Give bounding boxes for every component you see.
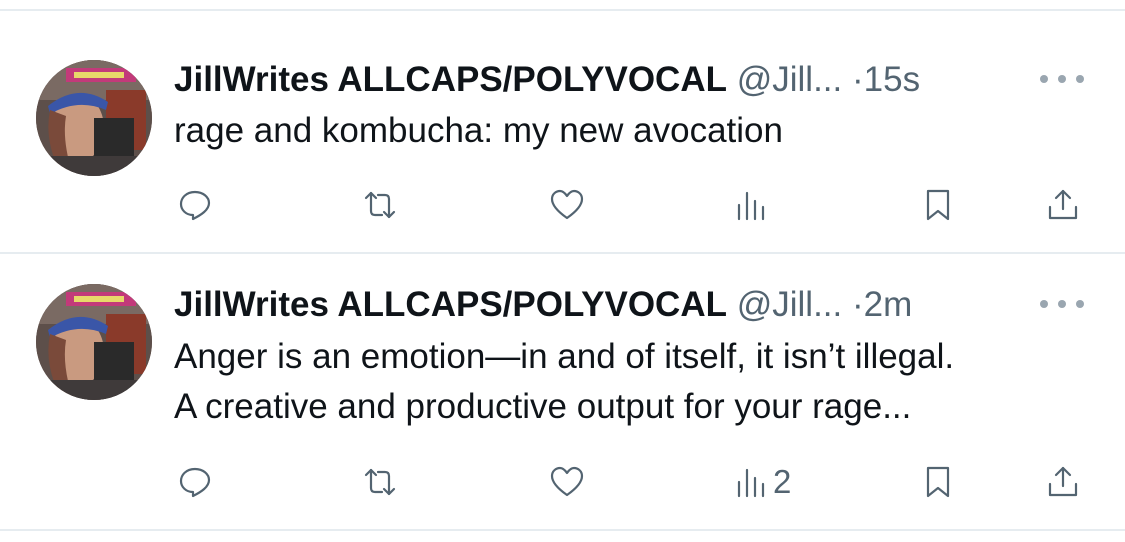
more-options-icon[interactable] [1040, 294, 1084, 314]
tweet-text-line: A creative and productive output for you… [174, 387, 912, 426]
display-name[interactable]: JillWrites ALLCAPS/POLYVOCAL [174, 60, 727, 99]
share-button[interactable] [1045, 457, 1081, 507]
tweet-text: rage and kombucha: my new avocation [174, 106, 1094, 156]
reply-icon [179, 467, 211, 498]
user-handle[interactable]: @Jill... [737, 285, 843, 324]
tweet-text-line: rage and kombucha: my new avocation [174, 111, 783, 150]
tweet-text: Anger is an emotion—in and of itself, it… [174, 332, 1094, 432]
bottom-divider [0, 529, 1125, 531]
avatar[interactable] [36, 60, 152, 176]
retweet-button[interactable] [362, 180, 398, 230]
tweet[interactable]: JillWrites ALLCAPS/POLYVOCAL @Jill... ·1… [0, 0, 1125, 252]
heart-icon [550, 189, 584, 220]
separator-dot: · [851, 285, 864, 324]
reply-button[interactable] [177, 180, 213, 230]
tweet-actions [0, 180, 1125, 230]
bookmark-icon [926, 189, 950, 221]
tweet-header: JillWrites ALLCAPS/POLYVOCAL @Jill... ·2… [174, 285, 912, 325]
bookmark-button[interactable] [920, 457, 956, 507]
avatar[interactable] [36, 284, 152, 400]
timestamp[interactable]: 15s [864, 60, 920, 99]
share-icon [1048, 189, 1078, 220]
separator-dot: · [851, 60, 864, 99]
like-button[interactable] [549, 180, 585, 230]
tweet-actions: 2 [0, 457, 1125, 507]
tweet-text-line: Anger is an emotion—in and of itself, it… [174, 337, 955, 376]
reply-button[interactable] [177, 457, 213, 507]
views-button[interactable] [733, 180, 773, 230]
views-button[interactable]: 2 [733, 457, 791, 507]
tweet-header: JillWrites ALLCAPS/POLYVOCAL @Jill... ·1… [174, 60, 920, 100]
bookmark-button[interactable] [920, 180, 956, 230]
user-handle[interactable]: @Jill... [737, 60, 843, 99]
timestamp[interactable]: 2m [864, 285, 913, 324]
heart-icon [550, 466, 584, 497]
retweet-button[interactable] [362, 457, 398, 507]
bookmark-icon [926, 466, 950, 498]
views-chart-icon [737, 191, 765, 221]
views-chart-icon [737, 468, 765, 498]
display-name[interactable]: JillWrites ALLCAPS/POLYVOCAL [174, 285, 727, 324]
like-button[interactable] [549, 457, 585, 507]
more-options-icon[interactable] [1040, 69, 1084, 89]
tweet[interactable]: JillWrites ALLCAPS/POLYVOCAL @Jill... ·2… [0, 254, 1125, 530]
share-button[interactable] [1045, 180, 1081, 230]
views-count: 2 [773, 463, 792, 500]
retweet-icon [364, 191, 396, 219]
retweet-icon [364, 468, 396, 496]
share-icon [1048, 466, 1078, 497]
reply-icon [179, 190, 211, 221]
